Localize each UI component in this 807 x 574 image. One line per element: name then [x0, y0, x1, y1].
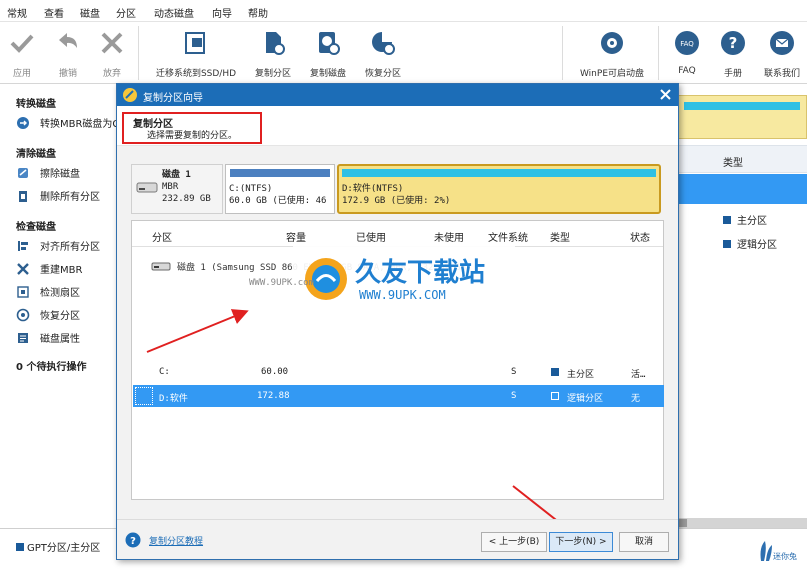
pending-operations: 0 个待执行操作	[16, 362, 87, 373]
surface-test-icon	[16, 285, 30, 299]
migrate-os-icon	[185, 32, 205, 54]
properties-icon	[16, 331, 30, 345]
faq-icon: FAQ	[675, 31, 699, 55]
selected-row-highlight[interactable]	[677, 174, 807, 204]
square-icon	[723, 216, 731, 224]
migrate-os-button[interactable]: 迁移系统到SSD/HD	[148, 22, 244, 82]
square-icon	[723, 240, 731, 248]
annotation-arrows	[146, 309, 583, 541]
toolbar-divider	[138, 26, 139, 80]
svg-text:?: ?	[729, 34, 738, 52]
toolbar-divider	[562, 26, 563, 80]
svg-text:FAQ: FAQ	[680, 40, 694, 48]
sidebar-item-align-all[interactable]: 对齐所有分区	[16, 238, 100, 254]
menu-help[interactable]: 帮助	[248, 5, 268, 20]
copy-disk-button[interactable]: 复制磁盘	[303, 22, 353, 82]
copy-disk-icon	[319, 32, 340, 55]
close-icon	[101, 32, 123, 54]
help-icon: ?	[125, 532, 141, 548]
menu-dynamic-disk[interactable]: 动态磁盘	[154, 5, 194, 20]
recover-partition-icon	[372, 32, 395, 55]
copy-partition-button[interactable]: 复制分区	[248, 22, 298, 82]
menu-partition[interactable]: 分区	[116, 5, 136, 20]
manual-button[interactable]: ? 手册	[714, 22, 752, 82]
action-sidebar: 转换磁盘 转换MBR磁盘为G 清除磁盘 擦除磁盘 删除所有分区 检查磁盘 对齐所…	[0, 85, 120, 525]
toolbar-divider	[658, 26, 659, 80]
delete-icon	[16, 189, 30, 203]
winpe-button[interactable]: WinPE可启动盘	[572, 22, 652, 82]
sidebar-item-convert-mbr[interactable]: 转换MBR磁盘为G	[16, 115, 120, 131]
copy-partition-icon	[266, 32, 285, 55]
recover-icon	[16, 308, 30, 322]
horizontal-scrollbar[interactable]	[677, 518, 807, 528]
copy-partition-dialog: 复制分区向导 复制分区 选择需要复制的分区。 磁盘 1 MBR 232.89 G…	[116, 83, 679, 560]
align-icon	[16, 239, 30, 253]
column-header-bar: 类型	[677, 145, 807, 173]
undo-button[interactable]: 撤销	[50, 22, 86, 82]
convert-icon	[16, 116, 30, 130]
contact-button[interactable]: 联系我们	[758, 22, 806, 82]
discard-button[interactable]: 放弃	[94, 22, 130, 82]
mail-icon	[770, 31, 794, 55]
square-icon	[16, 543, 24, 551]
next-button[interactable]: 下一步(N) >	[549, 532, 613, 552]
sidebar-item-rebuild-mbr[interactable]: 重建MBR	[16, 261, 82, 277]
sidebar-item-recover[interactable]: 恢复分区	[16, 307, 80, 323]
section-convert-title: 转换磁盘	[16, 99, 56, 110]
sidebar-item-delete-all[interactable]: 删除所有分区	[16, 188, 100, 204]
recover-partition-button[interactable]: 恢复分区	[358, 22, 408, 82]
sidebar-item-disk-props[interactable]: 磁盘属性	[16, 330, 80, 346]
menu-wizard[interactable]: 向导	[212, 5, 232, 20]
menu-general[interactable]: 常规	[7, 5, 27, 20]
sidebar-item-wipe-disk[interactable]: 擦除磁盘	[16, 165, 80, 181]
svg-text:?: ?	[130, 536, 136, 547]
apply-button[interactable]: 应用	[4, 22, 40, 82]
cancel-button[interactable]: 取消	[619, 532, 669, 552]
section-clear-title: 清除磁盘	[16, 149, 56, 160]
back-button[interactable]: < 上一步(B)	[481, 532, 547, 552]
toolbar: 应用 撤销 放弃 迁移系统到SSD/HD 复制分区 复制磁盘 恢复分区 WinP…	[0, 22, 807, 84]
legend-primary: 主分区	[723, 212, 767, 227]
gpt-legend: GPT分区/主分区	[16, 539, 100, 554]
menu-bar: 常规 查看 磁盘 分区 动态磁盘 向导 帮助	[0, 0, 807, 22]
undo-icon	[59, 33, 77, 48]
usage-bar	[684, 102, 800, 110]
section-check-title: 检查磁盘	[16, 222, 56, 233]
checkmark-icon	[10, 34, 34, 53]
menu-disk[interactable]: 磁盘	[80, 5, 100, 20]
disk-bar-preview	[677, 95, 807, 139]
brand-logo: 迷你兔	[757, 537, 803, 565]
sidebar-item-bad-sector[interactable]: 检测扇区	[16, 284, 80, 300]
faq-button[interactable]: FAQ FAQ	[668, 22, 706, 82]
question-icon: ?	[721, 31, 745, 55]
tools-icon	[16, 262, 30, 276]
type-column-header: 类型	[723, 158, 743, 169]
disk-map-panel: 类型 主分区 逻辑分区	[677, 85, 807, 530]
legend-logical: 逻辑分区	[723, 236, 777, 251]
help-tutorial-link[interactable]: 复制分区教程	[149, 534, 203, 547]
arrow-to-partition-d	[146, 309, 249, 353]
wipe-icon	[16, 166, 30, 180]
menu-view[interactable]: 查看	[44, 5, 64, 20]
bootable-disc-icon	[601, 32, 623, 54]
